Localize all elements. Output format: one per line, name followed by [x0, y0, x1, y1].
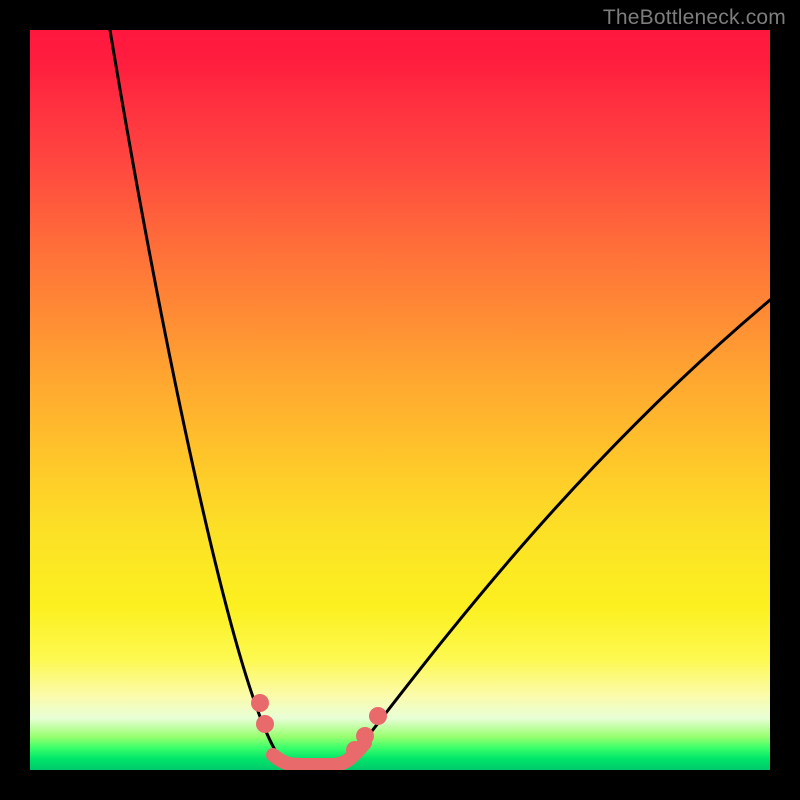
dot-right-upper — [369, 707, 387, 725]
curve-left-curve — [110, 30, 330, 765]
dot-left-lower — [256, 715, 274, 733]
dot-right-mid — [356, 727, 374, 745]
chart-frame: TheBottleneck.com — [0, 0, 800, 800]
watermark-text: TheBottleneck.com — [603, 6, 786, 30]
chart-svg — [30, 30, 770, 770]
curve-right-curve — [330, 300, 770, 765]
dot-left-upper — [251, 694, 269, 712]
plot-area — [30, 30, 770, 770]
